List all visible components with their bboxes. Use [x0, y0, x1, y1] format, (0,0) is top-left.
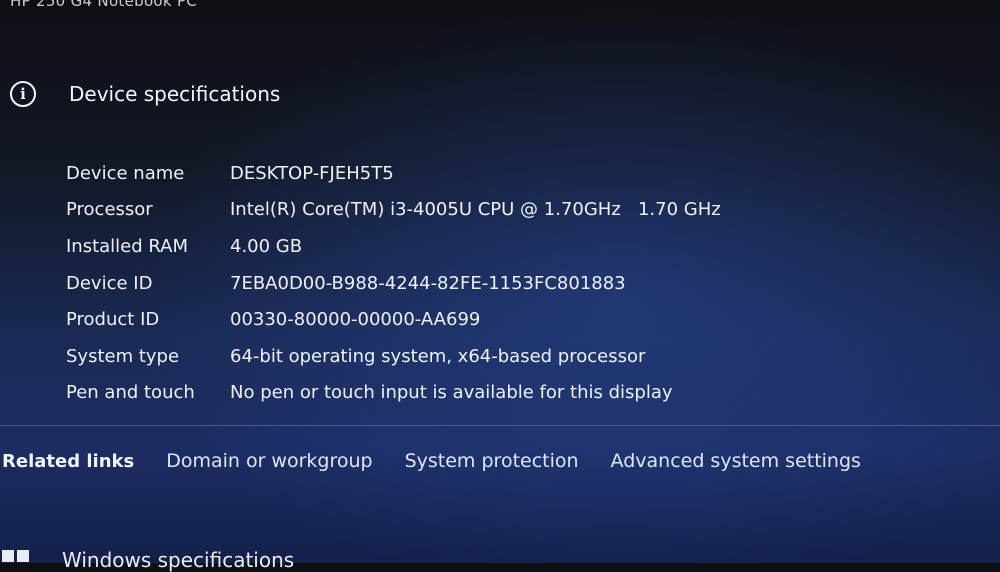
spec-row-system-type: System type 64-bit operating system, x64…: [66, 338, 721, 375]
related-links: Related links Domain or workgroup System…: [2, 450, 893, 472]
spec-row-device-name: Device name DESKTOP-FJEH5T5: [66, 155, 721, 192]
windows-logo-icon: [2, 550, 32, 570]
section-divider: [0, 425, 1000, 426]
section-title: Device specifications: [69, 82, 281, 106]
spec-row-product-id: Product ID 00330-80000-00000-AA699: [66, 301, 721, 338]
spec-row-device-id: Device ID 7EBA0D00-B988-4244-82FE-1153FC…: [66, 265, 721, 302]
device-specifications-header[interactable]: i Device specifications: [10, 78, 280, 110]
spec-value: 00330-80000-00000-AA699: [230, 309, 481, 331]
related-links-heading: Related links: [2, 450, 135, 472]
spec-table: Device name DESKTOP-FJEH5T5 Processor In…: [66, 155, 721, 411]
spec-value: Intel(R) Core(TM) i3-4005U CPU @ 1.70GHz…: [230, 199, 721, 221]
domain-or-workgroup-link[interactable]: Domain or workgroup: [166, 450, 372, 472]
spec-label: System type: [66, 345, 180, 367]
windows-specifications-header[interactable]: Windows specifications: [62, 548, 294, 572]
spec-value: No pen or touch input is available for t…: [230, 382, 673, 404]
spec-value: 7EBA0D00-B988-4244-82FE-1153FC801883: [230, 272, 626, 294]
spec-label: Processor: [66, 199, 153, 221]
spec-label: Pen and touch: [66, 382, 195, 404]
spec-label: Installed RAM: [66, 235, 189, 257]
system-protection-link[interactable]: System protection: [405, 450, 579, 472]
spec-row-installed-ram: Installed RAM 4.00 GB: [66, 228, 721, 265]
spec-label: Product ID: [66, 309, 160, 331]
spec-label: Device ID: [66, 272, 153, 294]
advanced-system-settings-link[interactable]: Advanced system settings: [611, 450, 861, 472]
spec-label: Device name: [66, 162, 185, 184]
spec-row-pen-and-touch: Pen and touch No pen or touch input is a…: [66, 375, 721, 412]
spec-value: 64-bit operating system, x64-based proce…: [230, 345, 646, 367]
spec-row-processor: Processor Intel(R) Core(TM) i3-4005U CPU…: [66, 192, 721, 229]
window-title: HP 250 G4 Notebook PC: [10, 0, 198, 10]
info-icon: i: [10, 81, 36, 107]
spec-value: DESKTOP-FJEH5T5: [230, 162, 394, 184]
spec-value: 4.00 GB: [230, 235, 303, 257]
